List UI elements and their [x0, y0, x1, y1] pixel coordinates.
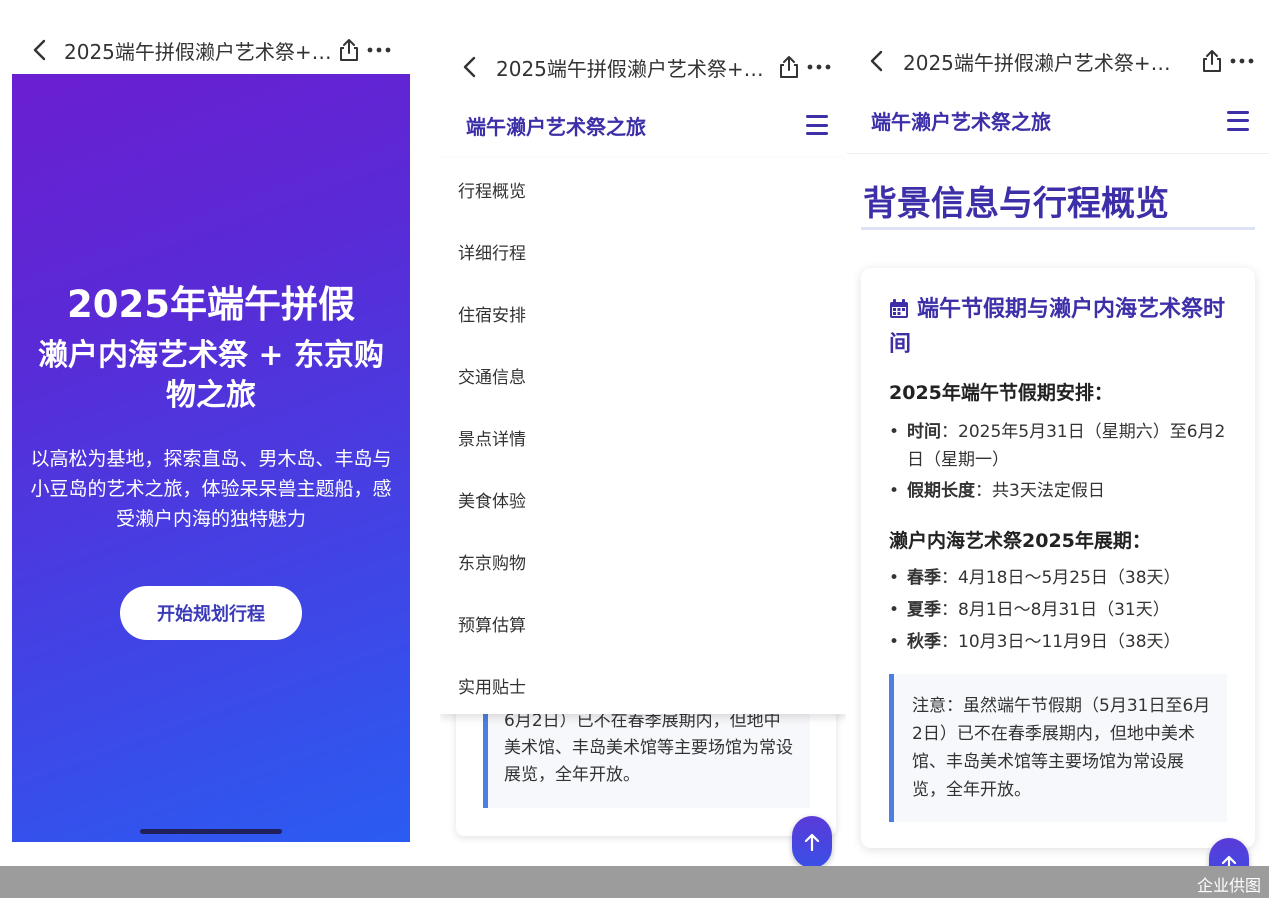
list-item: 春季：4月18日～5月25日（38天）: [889, 564, 1227, 592]
menu-item-overview[interactable]: 行程概览: [440, 158, 846, 220]
arrow-up-icon: [1221, 855, 1237, 866]
page-title: 2025端午拼假濑户艺术祭+…: [496, 56, 764, 81]
hero-banner: 2025年端午拼假 濑户内海艺术祭 + 东京购物之旅 以高松为基地，探索直岛、男…: [12, 74, 410, 842]
card-title-text: 端午节假期与濑户内海艺术祭时间: [889, 297, 1226, 357]
back-arrow-icon[interactable]: [458, 56, 480, 78]
menu-item-tokyo-shopping[interactable]: 东京购物: [440, 530, 846, 592]
top-bar: 2025端午拼假濑户艺术祭+…: [847, 42, 1269, 80]
list-item-text: ：10月3日～11月9日（38天）: [941, 632, 1181, 652]
home-indicator[interactable]: [140, 829, 282, 834]
list-item-label: 夏季: [907, 600, 941, 620]
festival-heading: 濑户内海艺术祭2025年展期：: [889, 530, 1151, 552]
list-item-text: ：共3天法定假日: [975, 481, 1105, 501]
more-icon[interactable]: [364, 35, 394, 65]
back-arrow-icon[interactable]: [865, 50, 887, 72]
list-item: 假期长度：共3天法定假日: [889, 477, 1227, 505]
list-item: 秋季：10月3日～11月9日（38天）: [889, 628, 1227, 656]
page-title: 2025端午拼假濑户艺术祭+…: [64, 39, 332, 64]
info-card: 端午节假期与濑户内海艺术祭时间 2025年端午节假期安排： 时间：2025年5月…: [861, 268, 1255, 848]
menu-item-transport[interactable]: 交通信息: [440, 344, 846, 406]
list-item: 夏季：8月1日～8月31日（31天）: [889, 596, 1227, 624]
hero-subtitle: 濑户内海艺术祭 + 东京购物之旅: [37, 338, 385, 413]
menu-item-accommodation[interactable]: 住宿安排: [440, 282, 846, 344]
share-icon[interactable]: [774, 52, 804, 82]
hamburger-menu-icon[interactable]: [1227, 110, 1249, 131]
list-item-label: 春季: [907, 568, 941, 588]
card-title: 端午节假期与濑户内海艺术祭时间: [889, 294, 1229, 361]
list-item-text: ：8月1日～8月31日（31天）: [941, 600, 1170, 620]
calendar-icon: [889, 297, 909, 329]
list-item-label: 时间: [907, 422, 941, 442]
arrow-up-icon: [804, 833, 820, 851]
screen-background-info: 2025端午拼假濑户艺术祭+… 端午濑户艺术祭之旅 背景信息与行程概览 端午节假…: [847, 0, 1269, 866]
screen-hero: 2025端午拼假濑户艺术祭+… 2025年端午拼假 濑户内海艺术祭 + 东京购物…: [0, 0, 422, 866]
hamburger-menu-icon[interactable]: [806, 115, 828, 135]
top-bar: 2025端午拼假濑户艺术祭+…: [440, 48, 846, 86]
section-divider: [861, 227, 1255, 230]
caption-band: 企业供图: [0, 866, 1269, 898]
page-title: 2025端午拼假濑户艺术祭+…: [903, 50, 1171, 75]
screen-menu: 2025端午拼假濑户艺术祭+… 端午濑户艺术祭之旅 6月2日）已不在春季展期内，…: [440, 0, 846, 866]
back-arrow-icon[interactable]: [28, 39, 50, 61]
list-item-label: 秋季: [907, 632, 941, 652]
menu-item-tips[interactable]: 实用贴士: [440, 654, 846, 716]
site-header: 端午濑户艺术祭之旅: [440, 96, 846, 154]
list-item: 时间：2025年5月31日（星期六）至6月2日（星期一）: [889, 418, 1227, 474]
start-planning-button[interactable]: 开始规划行程: [120, 586, 302, 640]
holiday-heading: 2025年端午节假期安排：: [889, 382, 1113, 404]
site-header: 端午濑户艺术祭之旅: [847, 88, 1269, 154]
more-icon[interactable]: [1227, 46, 1257, 76]
nav-menu: 行程概览 详细行程 住宿安排 交通信息 景点详情 美食体验 东京购物 预算估算 …: [440, 158, 846, 714]
hero-title: 2025年端午拼假: [67, 283, 355, 326]
back-to-top-button[interactable]: [792, 816, 832, 866]
list-item-text: ：4月18日～5月25日（38天）: [941, 568, 1181, 588]
photo-credit: 企业供图: [1196, 876, 1261, 895]
list-item-label: 假期长度: [907, 481, 975, 501]
list-item-text: ：2025年5月31日（星期六）至6月2日（星期一）: [907, 422, 1226, 470]
share-icon[interactable]: [334, 35, 364, 65]
share-icon[interactable]: [1197, 46, 1227, 76]
site-brand[interactable]: 端午濑户艺术祭之旅: [871, 106, 1051, 135]
menu-item-detailed-itinerary[interactable]: 详细行程: [440, 220, 846, 282]
top-bar: 2025端午拼假濑户艺术祭+…: [0, 32, 422, 68]
menu-item-food[interactable]: 美食体验: [440, 468, 846, 530]
section-title: 背景信息与行程概览: [863, 184, 1169, 224]
menu-item-attractions[interactable]: 景点详情: [440, 406, 846, 468]
more-icon[interactable]: [804, 52, 834, 82]
notice-box: 注意：虽然端午节假期（5月31日至6月2日）已不在春季展期内，但地中美术馆、丰岛…: [889, 674, 1227, 822]
menu-item-budget[interactable]: 预算估算: [440, 592, 846, 654]
site-brand[interactable]: 端午濑户艺术祭之旅: [466, 111, 646, 140]
hero-description: 以高松为基地，探索直岛、男木岛、丰岛与小豆岛的艺术之旅，体验呆呆兽主题船，感受濑…: [30, 448, 392, 530]
